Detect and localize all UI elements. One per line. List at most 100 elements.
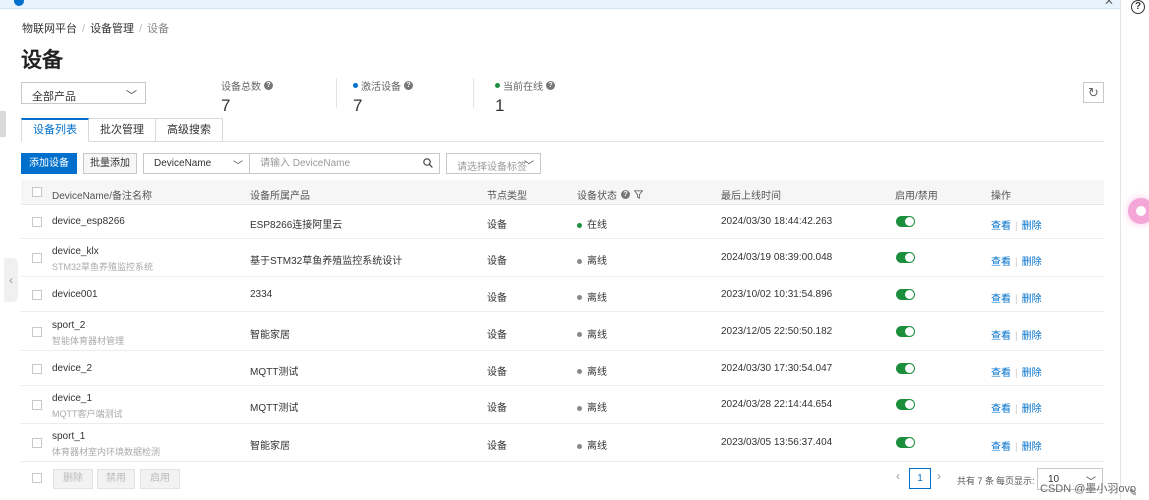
question-icon[interactable]: ? [621,190,630,199]
tab-advanced-search[interactable]: 高级搜索 [156,118,223,142]
table-body: device_esp8266 ESP8266连接阿里云 设备 在线 2024/03/30… [21,205,1104,462]
delete-link[interactable]: 删除 [1022,442,1042,453]
product-cell[interactable]: 智能家居 [250,437,290,452]
status-text: 离线 [587,366,607,378]
filter-icon[interactable] [634,190,643,199]
sidebar-expand-icon[interactable]: ‹ [4,258,18,302]
view-link[interactable]: 查看 [991,368,1011,379]
enable-toggle[interactable] [896,288,915,300]
enable-toggle[interactable] [896,216,915,227]
row-checkbox[interactable] [32,326,42,337]
device-name[interactable]: device_1 [52,393,92,404]
enable-toggle[interactable] [896,325,915,337]
refresh-button[interactable]: ↻ [1083,82,1104,103]
breadcrumb-item[interactable]: 物联网平台 [22,23,77,35]
enable-toggle[interactable] [896,399,915,410]
question-icon[interactable]: ? [264,81,273,90]
node-type-cell: 设备 [487,366,507,378]
pager-total: 共有 7 条 [957,476,995,486]
node-type-cell: 设备 [487,256,507,267]
device-name[interactable]: device_klx [52,246,99,257]
product-cell[interactable]: MQTT测试 [250,399,298,414]
watermark: CSDN @墨小羽ovo [1040,483,1137,495]
device-name[interactable]: sport_2 [52,320,85,331]
device-name-cell: device_1 MQTT客户端测试 [52,393,123,420]
delete-link[interactable]: 删除 [1022,368,1042,379]
table-footer: 删除 禁用 启用 ‹ 1 › 共有 7 条 每页显示: 10 ﹀ [21,467,1104,491]
search-field-select[interactable]: DeviceName ﹀ [143,153,250,174]
product-cell[interactable]: 智能家居 [250,326,290,341]
batch-add-button[interactable]: 批量添加 [83,153,137,174]
delete-link[interactable]: 删除 [1022,257,1042,268]
question-icon[interactable]: ? [404,81,413,90]
question-icon[interactable]: ? [546,81,555,90]
row-checkbox[interactable] [32,363,42,374]
node-type-cell: 设备 [487,441,507,452]
last-online-cell: 2023/03/05 13:56:37.404 [721,437,833,448]
enable-toggle[interactable] [896,362,915,374]
product-cell[interactable]: MQTT测试 [250,363,298,378]
device-note: STM32草鱼养殖监控系统 [52,262,154,272]
delete-link[interactable]: 删除 [1022,294,1042,305]
actions-cell: 查看 | 删除 [991,217,1042,232]
device-name[interactable]: device001 [52,289,98,300]
delete-link[interactable]: 删除 [1022,331,1042,342]
enable-toggle[interactable] [896,437,915,448]
row-checkbox[interactable] [32,400,42,410]
device-name[interactable]: device_2 [52,363,92,374]
row-checkbox[interactable] [32,438,42,448]
status-dot [577,405,582,411]
row-checkbox[interactable] [32,289,42,300]
delete-link[interactable]: 删除 [1022,221,1042,232]
floating-assistant-icon[interactable] [1128,198,1149,224]
col-node-type: 节点类型 [487,191,527,202]
device-note: MQTT客户端测试 [52,409,123,419]
enable-toggle[interactable] [896,252,915,263]
select-all-checkbox[interactable] [32,187,42,197]
bulk-delete-button[interactable]: 删除 [53,469,93,489]
search-input[interactable] [250,154,410,173]
device-name[interactable]: sport_1 [52,431,85,442]
status-dot [353,83,358,88]
edit-icon[interactable]: ✎ [1129,488,1137,499]
col-last-online: 最后上线时间 [721,191,781,202]
stat-value: 7 [353,96,363,115]
product-filter-select[interactable]: 全部产品 ﹀ [21,82,146,104]
view-link[interactable]: 查看 [991,331,1011,342]
actions-cell: 查看 | 删除 [991,253,1042,268]
product-cell[interactable]: ESP8266连接阿里云 [250,216,342,231]
delete-link[interactable]: 删除 [1022,404,1042,415]
product-cell[interactable]: 2334 [250,289,272,300]
pager-prev-icon[interactable]: ‹ [896,469,900,483]
row-checkbox[interactable] [32,217,42,227]
view-link[interactable]: 查看 [991,257,1011,268]
row-checkbox[interactable] [32,253,42,263]
view-link[interactable]: 查看 [991,221,1011,232]
pager-next-icon[interactable]: › [937,469,941,483]
add-device-button[interactable]: 添加设备 [21,153,77,174]
help-icon[interactable]: ? [1131,0,1145,14]
footer-select-checkbox[interactable] [32,473,42,483]
product-filter-value: 全部产品 [32,91,76,103]
actions-cell: 查看 | 删除 [991,438,1042,453]
device-tag-placeholder: 请选择设备标签 [457,162,527,173]
node-type-cell: 设备 [487,292,507,304]
breadcrumb-item[interactable]: 设备管理 [90,23,134,35]
table-header: DeviceName/备注名称 设备所属产品 节点类型 设备状态? 最后上线时间… [21,180,1104,205]
pager-current-page[interactable]: 1 [909,468,931,489]
view-link[interactable]: 查看 [991,294,1011,305]
tab-device-list[interactable]: 设备列表 [21,118,89,142]
close-icon[interactable]: ✕ [1104,0,1114,8]
divider [336,78,337,108]
last-online-cell: 2023/12/05 22:50:50.182 [721,325,833,337]
product-cell[interactable]: 基于STM32草鱼养殖监控系统设计 [250,252,402,267]
view-link[interactable]: 查看 [991,404,1011,415]
bulk-enable-button[interactable]: 启用 [140,469,180,489]
bulk-disable-button[interactable]: 禁用 [97,469,135,489]
search-icon[interactable] [423,158,433,168]
device-name[interactable]: device_esp8266 [52,216,125,227]
view-link[interactable]: 查看 [991,442,1011,453]
device-tag-select[interactable]: 请选择设备标签 ﹀ [446,153,541,174]
stat-activated-devices: 激活设备? 7 [353,78,413,116]
tab-batch-management[interactable]: 批次管理 [89,118,156,142]
